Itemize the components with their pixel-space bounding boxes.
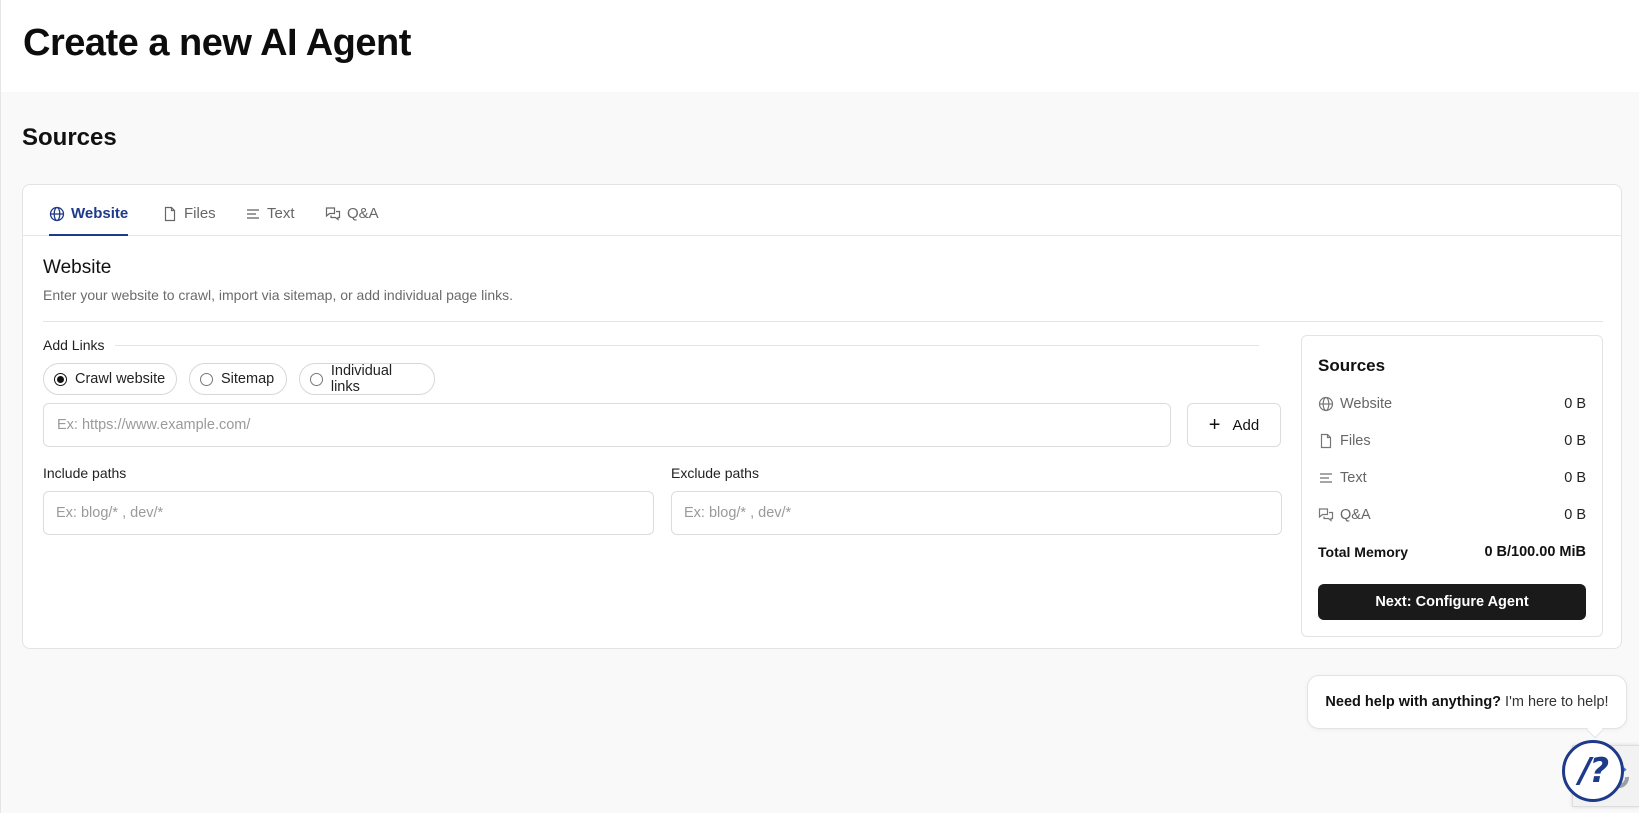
tab-qa[interactable]: Q&A	[325, 205, 379, 236]
panel-title: Website	[43, 257, 112, 278]
add-link-button[interactable]: + Add	[1187, 403, 1281, 447]
tab-label: Q&A	[347, 205, 379, 222]
summary-label: Q&A	[1340, 507, 1371, 523]
exclude-paths-input[interactable]	[671, 491, 1282, 535]
chat-bubbles-icon	[1318, 508, 1334, 522]
chat-bubbles-icon	[325, 207, 341, 221]
tab-text[interactable]: Text	[245, 205, 295, 236]
add-links-label: Add Links	[43, 337, 105, 353]
summary-row-files: Files 0 B	[1318, 431, 1586, 451]
exclude-paths-label: Exclude paths	[671, 465, 759, 481]
help-launcher-button[interactable]: /?	[1562, 740, 1624, 802]
next-configure-agent-button[interactable]: Next: Configure Agent	[1318, 584, 1586, 620]
sources-summary-title: Sources	[1318, 356, 1386, 375]
source-tabs: Website Files Text Q&A	[23, 185, 1621, 236]
page-header: Create a new AI Agent	[1, 0, 1639, 92]
summary-label: Website	[1340, 396, 1393, 412]
include-paths-label: Include paths	[43, 465, 127, 481]
radio-label: Individual links	[330, 363, 393, 395]
tab-website[interactable]: Website	[49, 205, 129, 236]
summary-value: 0 B	[1564, 396, 1586, 412]
file-icon	[1320, 433, 1332, 449]
section-title: Sources	[22, 124, 117, 151]
summary-value: 0 B	[1564, 433, 1586, 449]
summary-row-text: Text 0 B	[1318, 468, 1586, 488]
divider	[115, 345, 1259, 346]
tab-label: Website	[71, 205, 129, 222]
website-url-input[interactable]	[43, 403, 1171, 447]
add-button-label: Add	[1232, 416, 1260, 434]
tab-label: Files	[184, 205, 216, 222]
total-memory-row: Total Memory 0 B/100.00 MiB	[1318, 542, 1586, 562]
sources-summary: Sources Website 0 B Files 0 B Text 0 B Q…	[1301, 335, 1603, 637]
sitemap-radio[interactable]: Sitemap	[189, 363, 287, 395]
help-text: I'm here to help!	[1505, 694, 1609, 710]
text-lines-icon	[247, 209, 259, 219]
page-left-border	[0, 0, 1, 813]
radio-unchecked-icon	[310, 372, 323, 386]
include-paths-input[interactable]	[43, 491, 654, 535]
help-message-bubble[interactable]: Need help with anything? I'm here to hel…	[1307, 675, 1627, 729]
help-bold-text: Need help with anything?	[1325, 694, 1502, 710]
sources-card: Website Files Text Q&A Website Enter you…	[22, 184, 1622, 649]
globe-icon	[49, 206, 65, 222]
radio-label: Sitemap	[221, 371, 275, 387]
crawl-website-radio[interactable]: Crawl website	[43, 363, 177, 395]
summary-row-website: Website 0 B	[1318, 394, 1586, 414]
text-lines-icon	[1320, 473, 1332, 483]
radio-checked-icon	[54, 372, 67, 386]
tab-label: Text	[267, 205, 295, 222]
page-title: Create a new AI Agent	[23, 22, 411, 64]
summary-value: 0 B	[1564, 470, 1586, 486]
radio-label: Crawl website	[75, 371, 166, 387]
panel-description: Enter your website to crawl, import via …	[43, 287, 513, 303]
file-icon	[164, 206, 176, 222]
summary-label: Text	[1340, 470, 1367, 486]
radio-unchecked-icon	[200, 372, 213, 386]
globe-icon	[1318, 396, 1334, 412]
total-memory-label: Total Memory	[1318, 544, 1408, 560]
summary-row-qa: Q&A 0 B	[1318, 505, 1586, 525]
tab-files[interactable]: Files	[162, 205, 216, 236]
summary-label: Files	[1340, 433, 1371, 449]
plus-icon: +	[1208, 414, 1221, 436]
individual-links-radio[interactable]: Individual links	[299, 363, 435, 395]
total-memory-value: 0 B/100.00 MiB	[1484, 544, 1586, 560]
summary-value: 0 B	[1564, 507, 1586, 523]
divider	[43, 321, 1603, 322]
help-launcher-glyph: /?	[1578, 751, 1609, 791]
